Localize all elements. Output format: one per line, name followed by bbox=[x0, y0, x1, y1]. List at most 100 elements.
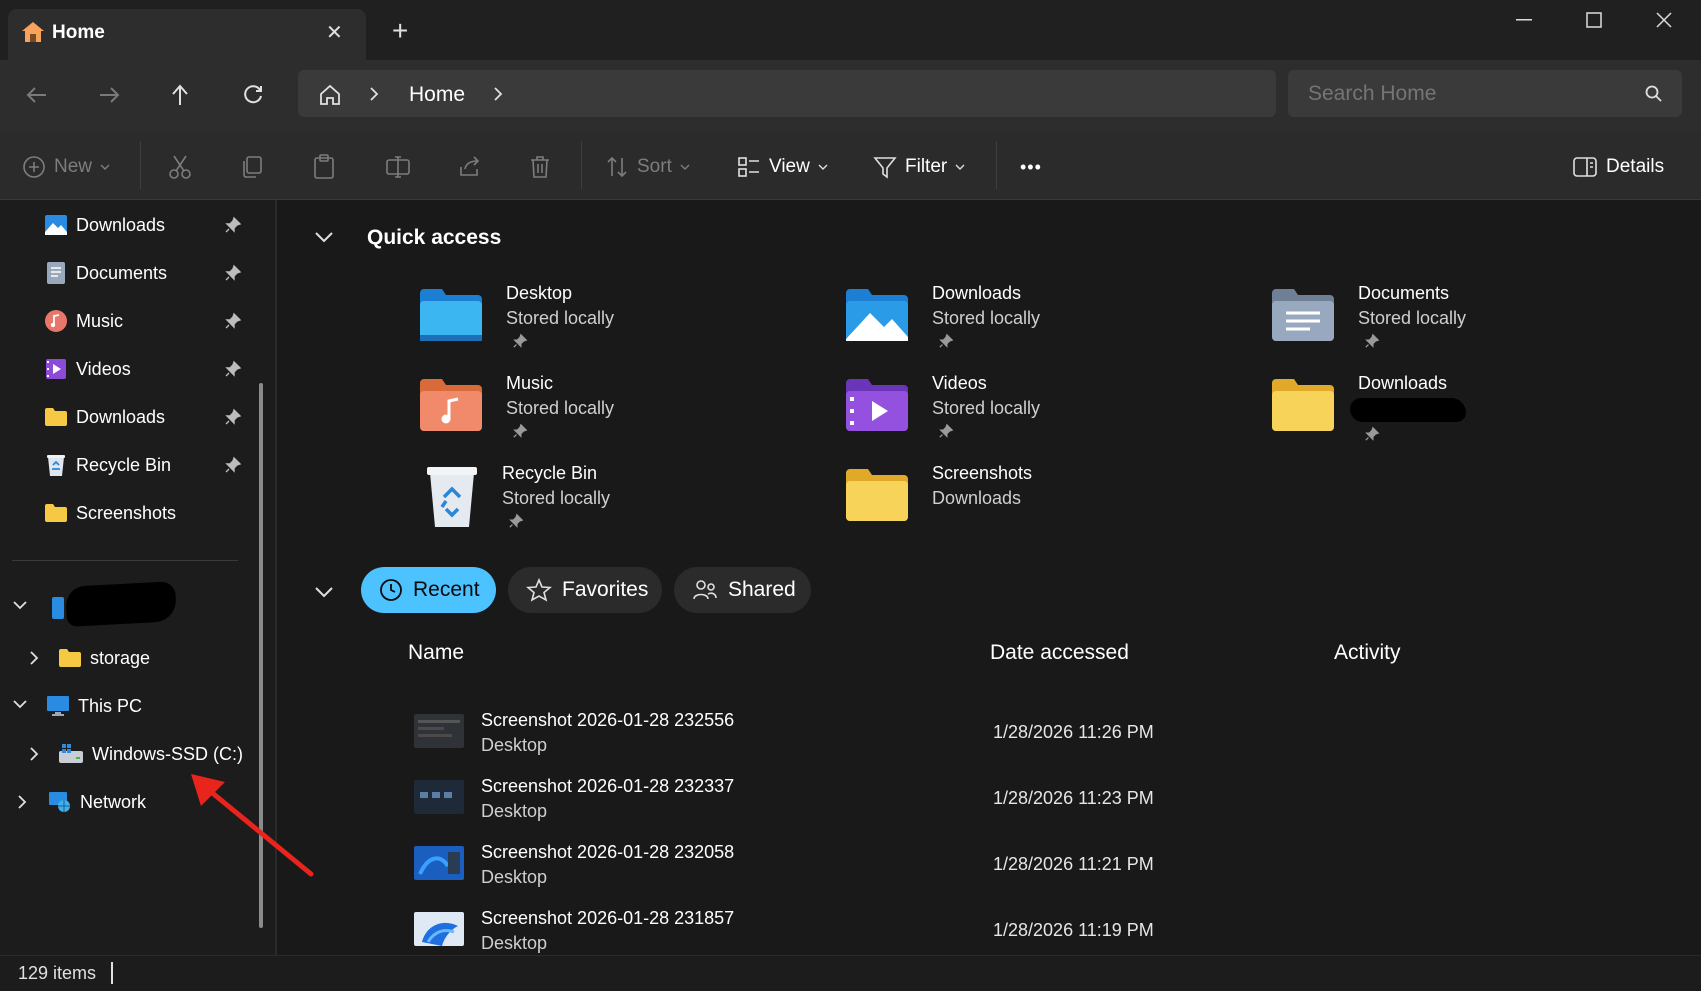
videos-folder-icon bbox=[844, 377, 910, 433]
address-home-icon[interactable] bbox=[318, 84, 342, 106]
qa-item-name: Recycle Bin bbox=[502, 463, 598, 483]
quick-access-item-music[interactable]: Music Stored locally bbox=[418, 373, 614, 439]
close-window-icon[interactable] bbox=[1638, 0, 1690, 40]
rename-icon[interactable] bbox=[385, 147, 411, 187]
sidebar-item-network[interactable]: Network bbox=[46, 782, 146, 822]
file-date: 1/28/2026 11:21 PM bbox=[993, 854, 1154, 874]
qa-item-name: Screenshots bbox=[932, 463, 1033, 483]
clock-icon bbox=[379, 578, 403, 602]
file-location: Desktop bbox=[481, 867, 548, 887]
details-button[interactable]: Details bbox=[1572, 147, 1664, 187]
row-name-cell: Screenshot 2026-01-28 232058 Desktop bbox=[481, 842, 734, 888]
sidebar-item-downloads[interactable]: Downloads bbox=[44, 205, 165, 245]
status-divider bbox=[111, 962, 113, 984]
copy-icon[interactable] bbox=[240, 147, 264, 187]
sidebar-item-recycle-bin[interactable]: Recycle Bin bbox=[44, 445, 171, 485]
pin-icon[interactable] bbox=[224, 312, 242, 330]
sort-button[interactable]: Sort bbox=[605, 147, 690, 187]
more-options-button[interactable]: ••• bbox=[1020, 147, 1042, 187]
sidebar-item-storage[interactable]: storage bbox=[58, 638, 150, 678]
details-pane-icon bbox=[1572, 156, 1598, 178]
monitor-icon bbox=[46, 695, 70, 717]
chevron-down-icon[interactable] bbox=[12, 698, 28, 710]
quick-access-item-desktop[interactable]: Desktop Stored locally bbox=[418, 283, 614, 349]
search-icon[interactable] bbox=[1645, 85, 1663, 103]
pin-icon[interactable] bbox=[224, 216, 242, 234]
cut-icon[interactable] bbox=[168, 147, 192, 187]
recycle-bin-icon bbox=[424, 463, 480, 529]
filter-label: Filter bbox=[905, 156, 948, 177]
minimize-icon[interactable] bbox=[1498, 0, 1550, 40]
sidebar-item-music[interactable]: Music bbox=[44, 301, 123, 341]
pin-icon bbox=[938, 423, 1040, 439]
sidebar-item-label: Network bbox=[80, 791, 147, 812]
delete-icon[interactable] bbox=[529, 147, 551, 187]
chevron-right-icon[interactable] bbox=[368, 84, 380, 104]
new-tab-button[interactable]: + bbox=[392, 15, 408, 47]
back-icon[interactable] bbox=[15, 73, 59, 117]
refresh-icon[interactable] bbox=[231, 73, 275, 117]
new-button[interactable]: New bbox=[22, 147, 110, 187]
annotation-arrow bbox=[185, 768, 315, 878]
file-date: 1/28/2026 11:19 PM bbox=[993, 920, 1154, 940]
qa-item-sub: Stored locally bbox=[502, 488, 611, 508]
downloads-blue-icon bbox=[44, 214, 68, 236]
quick-access-item-recycle-bin[interactable]: Recycle Bin Stored locally bbox=[418, 463, 610, 529]
music-folder-icon bbox=[418, 377, 484, 433]
file-location: Desktop bbox=[481, 801, 548, 821]
quick-access-item-downloads-folder[interactable]: Downloads bbox=[1270, 373, 1466, 442]
sidebar-item-documents[interactable]: Documents bbox=[44, 253, 167, 293]
chevron-right-icon[interactable] bbox=[492, 84, 504, 104]
quick-access-item-videos[interactable]: Videos Stored locally bbox=[844, 373, 1040, 439]
quick-access-item-screenshots[interactable]: Screenshots Downloads bbox=[844, 463, 1032, 523]
pin-icon[interactable] bbox=[224, 264, 242, 282]
recycle-bin-icon bbox=[44, 453, 68, 477]
breadcrumb-home[interactable]: Home bbox=[409, 83, 465, 107]
chevron-right-icon[interactable] bbox=[16, 794, 28, 810]
column-header-activity[interactable]: Activity bbox=[1334, 641, 1401, 665]
sidebar-item-videos[interactable]: Videos bbox=[44, 349, 131, 389]
column-header-date[interactable]: Date accessed bbox=[990, 641, 1129, 665]
chevron-down-icon bbox=[680, 163, 690, 171]
collapse-quick-access-icon[interactable] bbox=[314, 230, 334, 244]
search-input[interactable] bbox=[1308, 78, 1628, 110]
pin-icon[interactable] bbox=[224, 456, 242, 474]
pin-icon[interactable] bbox=[224, 360, 242, 378]
pin-icon bbox=[512, 333, 614, 349]
tab-favorites[interactable]: Favorites bbox=[508, 567, 662, 613]
sidebar-item-label: Downloads bbox=[76, 406, 166, 427]
tab-recent[interactable]: Recent bbox=[361, 567, 496, 613]
close-tab-icon[interactable]: ✕ bbox=[326, 20, 343, 45]
chevron-right-icon[interactable] bbox=[28, 746, 40, 762]
quick-access-item-downloads[interactable]: Downloads Stored locally bbox=[844, 283, 1040, 349]
forward-icon[interactable] bbox=[87, 73, 131, 117]
pin-icon[interactable] bbox=[224, 408, 242, 426]
sidebar-item-label: Videos bbox=[76, 358, 131, 379]
quick-access-item-documents[interactable]: Documents Stored locally bbox=[1270, 283, 1466, 349]
downloads-folder-icon bbox=[844, 287, 910, 343]
tab-shared[interactable]: Shared bbox=[674, 567, 811, 613]
sidebar-item-downloads-folder[interactable]: Downloads bbox=[44, 397, 165, 437]
sidebar-item-this-pc[interactable]: This PC bbox=[46, 686, 142, 726]
qa-item-name: Downloads bbox=[1358, 373, 1448, 393]
file-location: Desktop bbox=[481, 735, 548, 755]
maximize-icon[interactable] bbox=[1568, 0, 1620, 40]
column-header-name[interactable]: Name bbox=[408, 641, 464, 665]
view-button[interactable]: View bbox=[737, 147, 828, 187]
sidebar-divider bbox=[12, 560, 238, 561]
desktop-folder-icon bbox=[418, 287, 484, 343]
tab-shared-label: Shared bbox=[728, 578, 796, 601]
qa-item-name: Music bbox=[506, 373, 554, 393]
sidebar-item-label: Recycle Bin bbox=[76, 454, 172, 475]
up-icon[interactable] bbox=[158, 73, 202, 117]
collapse-recent-icon[interactable] bbox=[314, 585, 334, 599]
sidebar-item-label: This PC bbox=[78, 695, 143, 716]
paste-icon[interactable] bbox=[312, 147, 336, 187]
chevron-right-icon[interactable] bbox=[28, 650, 40, 666]
share-icon[interactable] bbox=[457, 147, 483, 187]
sidebar-item-label: Windows-SSD (C:) bbox=[92, 743, 244, 764]
filter-icon bbox=[873, 155, 897, 179]
filter-button[interactable]: Filter bbox=[873, 147, 965, 187]
chevron-down-icon[interactable] bbox=[12, 599, 28, 611]
sidebar-item-screenshots[interactable]: Screenshots bbox=[44, 493, 176, 533]
